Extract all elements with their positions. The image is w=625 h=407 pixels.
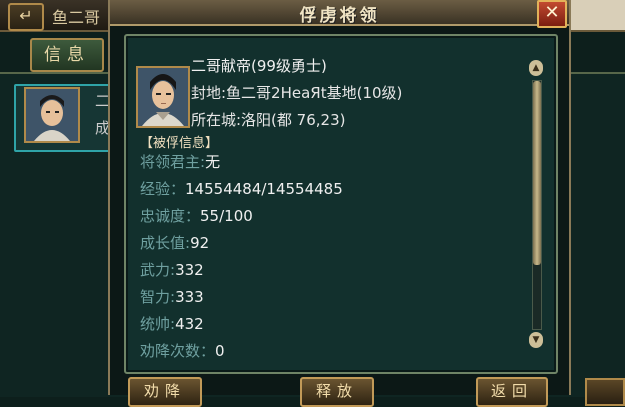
close-button[interactable]: ✕ — [537, 0, 567, 28]
scroll-down-button[interactable]: ▼ — [529, 332, 543, 348]
return-arrow-icon: ↵ — [19, 6, 33, 25]
field-label: 智力: — [140, 288, 176, 306]
field-label: 武力: — [140, 261, 176, 279]
field-loyalty: 忠诚度：55/100 — [140, 205, 253, 226]
field-value: 432 — [175, 315, 204, 333]
general-avatar — [136, 66, 190, 128]
field-value: 332 — [175, 261, 204, 279]
field-value: 0 — [215, 342, 225, 360]
field-label: 经验： — [140, 180, 186, 198]
back-button[interactable]: 返回 — [476, 377, 548, 407]
field-value: 无 — [205, 153, 221, 171]
player-title: 鱼二哥 — [52, 8, 101, 27]
tab-info[interactable]: 信息 — [30, 38, 104, 72]
field-experience: 经验：14554484/14554485 — [140, 178, 343, 199]
field-value: 14554484/14554485 — [185, 180, 343, 198]
general-card-avatar — [24, 87, 80, 143]
general-city: 所在城:洛阳(都 76,23) — [191, 111, 346, 129]
general-name: 二哥献帝(99级勇士) — [191, 57, 327, 75]
field-label: 忠诚度： — [140, 207, 201, 225]
field-value: 55/100 — [200, 207, 253, 225]
back-arrow-button[interactable]: ↵ — [8, 3, 44, 31]
chevron-up-icon: ▲ — [532, 63, 540, 73]
captured-info-heading: 【被俘信息】 — [140, 136, 219, 151]
field-label: 将领君主: — [140, 153, 206, 171]
field-force: 武力:332 — [140, 259, 204, 280]
field-value: 333 — [175, 288, 204, 306]
top-right-area — [565, 0, 625, 30]
field-value: 92 — [190, 234, 210, 252]
field-label: 成长值: — [140, 234, 191, 252]
right-edge-button[interactable] — [585, 378, 625, 406]
field-growth: 成长值:92 — [140, 232, 209, 253]
dialog-header: 俘虏将领 ✕ — [110, 0, 569, 28]
close-icon: ✕ — [544, 2, 560, 23]
dialog-title: 俘虏将领 — [299, 6, 380, 26]
field-label: 统帅: — [140, 315, 176, 333]
scrollbar[interactable]: ▲ ▼ — [529, 60, 543, 350]
field-intelligence: 智力:333 — [140, 286, 204, 307]
field-persuade-count: 劝降次数：0 — [140, 340, 225, 361]
scroll-up-button[interactable]: ▲ — [529, 60, 543, 76]
general-fief: 封地:鱼二哥2HeaЯt基地(10级) — [191, 84, 403, 102]
persuade-button[interactable]: 劝降 — [128, 377, 202, 407]
warrior-portrait-icon — [26, 89, 78, 141]
field-lord: 将领君主:无 — [140, 151, 220, 172]
chevron-down-icon: ▼ — [532, 335, 540, 345]
scroll-thumb[interactable] — [533, 81, 541, 265]
field-label: 劝降次数： — [140, 342, 216, 360]
release-button[interactable]: 释放 — [300, 377, 374, 407]
field-command: 统帅:432 — [140, 313, 204, 334]
scroll-track[interactable] — [532, 80, 542, 330]
warrior-portrait-icon — [138, 68, 188, 126]
